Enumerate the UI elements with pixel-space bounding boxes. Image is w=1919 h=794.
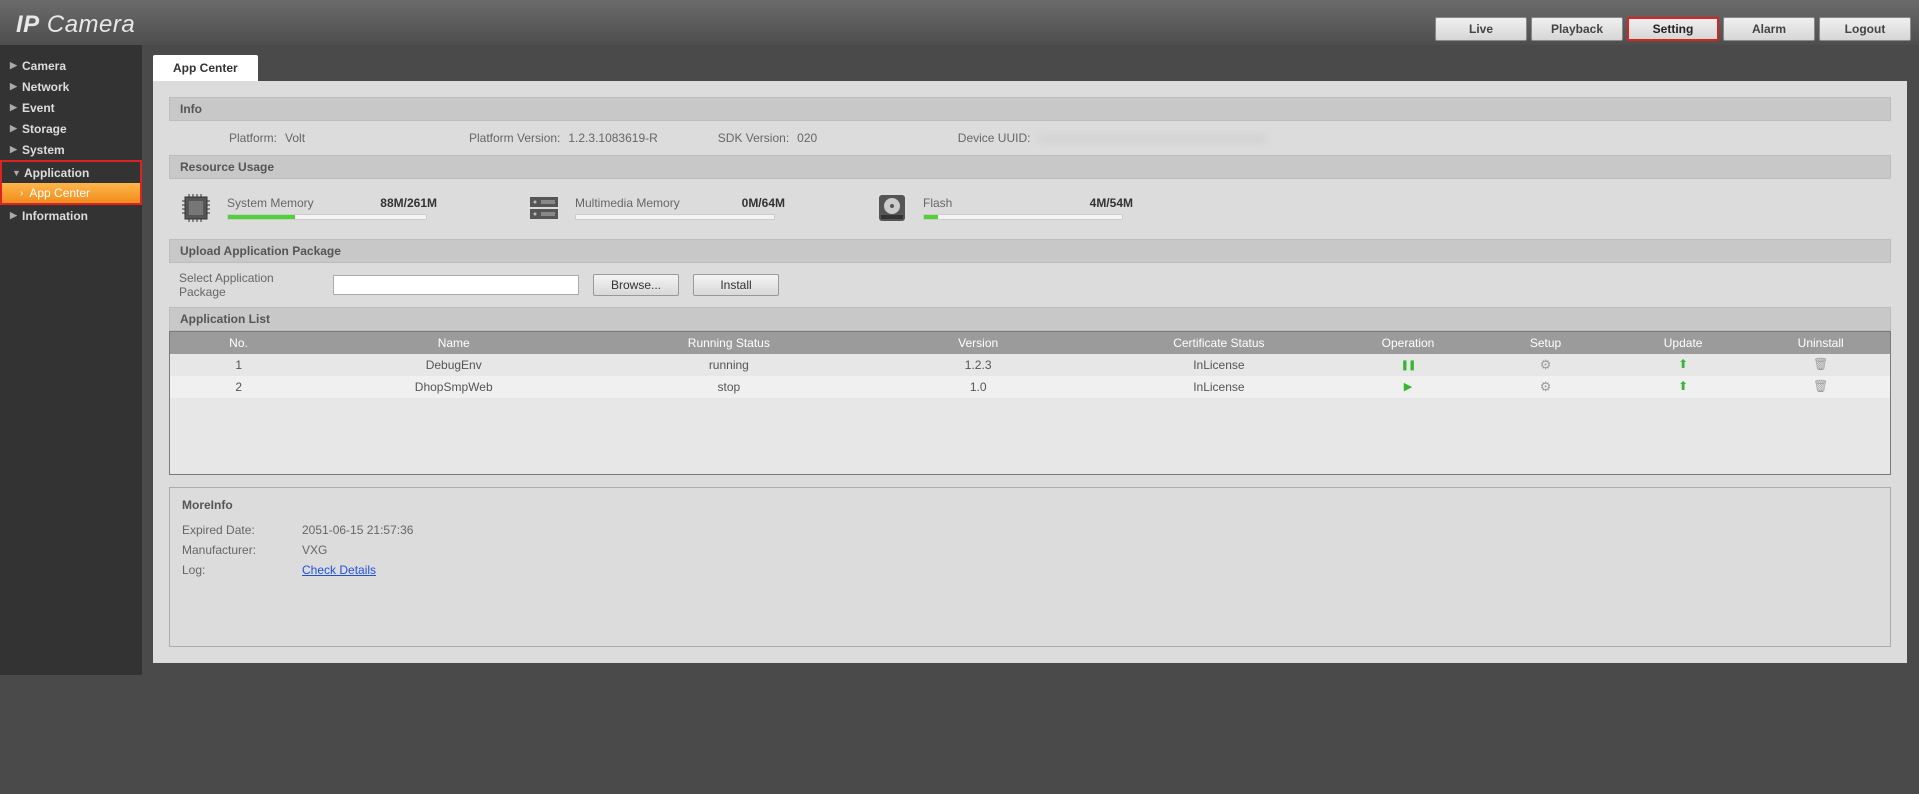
sidebar-item-application[interactable]: ▼Application: [2, 162, 140, 183]
sdk-version-value: 020: [797, 131, 817, 145]
chevron-right-icon: ▶: [10, 102, 20, 113]
logo: IP Camera: [8, 11, 135, 45]
app-table: No.NameRunning StatusVersionCertificate …: [170, 332, 1890, 398]
col-name: Name: [308, 332, 600, 354]
sidebar-item-storage[interactable]: ▶Storage: [0, 118, 142, 139]
expired-value: 2051-06-15 21:57:36: [302, 523, 413, 537]
res-flash: Flash 4M/54M: [875, 191, 1133, 225]
sidebar-item-information[interactable]: ▶Information: [0, 205, 142, 226]
logo-bold: IP: [16, 11, 40, 38]
applist-title: Application List: [169, 307, 1891, 331]
top-nav: LivePlaybackSettingAlarmLogout: [1435, 17, 1911, 45]
sidebar-sub-app-center[interactable]: ›App Center: [2, 183, 140, 203]
manufacturer-value: VXG: [302, 543, 327, 557]
upload-label: Select Application Package: [179, 271, 319, 299]
flash-value: 4M/54M: [1090, 196, 1133, 210]
browse-button[interactable]: Browse...: [593, 274, 679, 296]
col-no-: No.: [170, 332, 308, 354]
flash-bar: [923, 214, 1123, 220]
resource-title: Resource Usage: [169, 155, 1891, 179]
res-mmmem: Multimedia Memory 0M/64M: [527, 191, 785, 225]
table-row[interactable]: 2DhopSmpWebstop1.0InLicense: [170, 376, 1890, 398]
chevron-right-icon: ▶: [10, 123, 20, 134]
device-uuid-label: Device UUID:: [958, 131, 1031, 145]
expired-label: Expired Date:: [182, 523, 272, 537]
upload-title: Upload Application Package: [169, 239, 1891, 263]
gear-icon[interactable]: [1538, 379, 1554, 395]
sysmem-value: 88M/261M: [380, 196, 437, 210]
sysmem-label: System Memory: [227, 196, 314, 210]
sysmem-bar: [227, 214, 427, 220]
topnav-alarm[interactable]: Alarm: [1723, 17, 1815, 41]
col-certificate-status: Certificate Status: [1099, 332, 1340, 354]
update-icon[interactable]: [1675, 357, 1691, 373]
sidebar-item-network[interactable]: ▶Network: [0, 76, 142, 97]
table-row[interactable]: 1DebugEnvrunning1.2.3InLicense: [170, 354, 1890, 376]
update-icon[interactable]: [1675, 379, 1691, 395]
chevron-right-icon: ▶: [10, 144, 20, 155]
check-details-link[interactable]: Check Details: [302, 563, 376, 577]
moreinfo: MoreInfo Expired Date: 2051-06-15 21:57:…: [169, 487, 1891, 647]
logo-thin: Camera: [47, 11, 135, 38]
topnav-playback[interactable]: Playback: [1531, 17, 1623, 41]
platform-version-label: Platform Version:: [469, 131, 560, 145]
moreinfo-title: MoreInfo: [182, 498, 1878, 512]
topnav-logout[interactable]: Logout: [1819, 17, 1911, 41]
info-title: Info: [169, 97, 1891, 121]
trash-icon[interactable]: [1813, 357, 1829, 373]
install-button[interactable]: Install: [693, 274, 779, 296]
disk-icon: [875, 191, 909, 225]
upload-row: Select Application Package Browse... Ins…: [169, 263, 1891, 307]
col-update: Update: [1614, 332, 1752, 354]
col-version: Version: [858, 332, 1099, 354]
sidebar-item-event[interactable]: ▶Event: [0, 97, 142, 118]
sidebar-item-camera[interactable]: ▶Camera: [0, 55, 142, 76]
memory-icon: [527, 191, 561, 225]
platform-version-value: 1.2.3.1083619-R: [568, 131, 657, 145]
topnav-live[interactable]: Live: [1435, 17, 1527, 41]
gear-icon[interactable]: [1538, 357, 1554, 373]
sidebar: ▶Camera▶Network▶Event▶Storage▶System▼App…: [0, 45, 142, 675]
mmmem-bar: [575, 214, 775, 220]
package-path-input[interactable]: [333, 275, 579, 295]
chevron-right-icon: ›: [20, 188, 23, 199]
log-label: Log:: [182, 563, 272, 577]
manufacturer-label: Manufacturer:: [182, 543, 272, 557]
resource-row: System Memory 88M/261M: [169, 179, 1891, 239]
content-wrap: App Center Info Platform: Volt Platform …: [142, 45, 1919, 675]
pause-icon[interactable]: [1400, 357, 1416, 373]
platform-label: Platform:: [229, 131, 277, 145]
tab-bar: App Center: [153, 55, 1919, 81]
flash-label: Flash: [923, 196, 952, 210]
trash-icon[interactable]: [1813, 379, 1829, 395]
cpu-icon: [179, 191, 213, 225]
play-icon[interactable]: [1400, 379, 1416, 395]
tab-app-center[interactable]: App Center: [153, 55, 258, 81]
col-operation: Operation: [1339, 332, 1477, 354]
col-running-status: Running Status: [600, 332, 858, 354]
col-uninstall: Uninstall: [1752, 332, 1890, 354]
mmmem-label: Multimedia Memory: [575, 196, 680, 210]
res-sysmem: System Memory 88M/261M: [179, 191, 437, 225]
chevron-right-icon: ▶: [10, 81, 20, 92]
chevron-right-icon: ▶: [10, 60, 20, 71]
topnav-setting[interactable]: Setting: [1627, 17, 1719, 41]
mmmem-value: 0M/64M: [742, 196, 785, 210]
col-setup: Setup: [1477, 332, 1615, 354]
platform-value: Volt: [285, 131, 305, 145]
chevron-right-icon: ▶: [10, 210, 20, 221]
applist-wrap: No.NameRunning StatusVersionCertificate …: [169, 331, 1891, 475]
sdk-version-label: SDK Version:: [718, 131, 789, 145]
sidebar-item-system[interactable]: ▶System: [0, 139, 142, 160]
chevron-down-icon: ▼: [12, 168, 22, 178]
info-row: Platform: Volt Platform Version: 1.2.3.1…: [169, 121, 1891, 155]
content: Info Platform: Volt Platform Version: 1.…: [153, 81, 1907, 663]
device-uuid-value: xxxxxxxxxxxxxxxxxxxxxxxxxxxxxxxxxxxxxx: [1038, 131, 1266, 145]
